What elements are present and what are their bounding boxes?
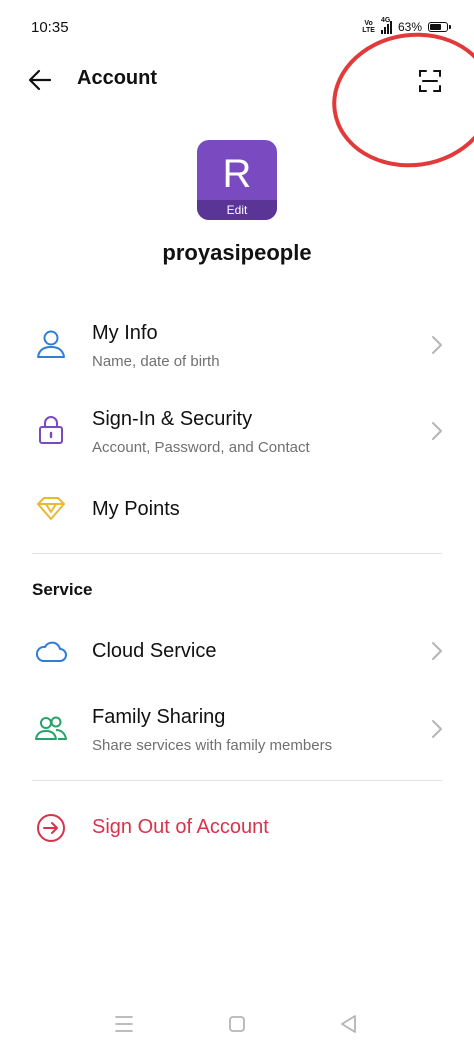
my-info-title: My Info (92, 322, 158, 344)
family-icon (35, 716, 67, 740)
sign-in-security-item[interactable]: Sign-In & Security Account, Password, an… (0, 391, 474, 469)
signal-icon: 4G (380, 17, 392, 34)
status-icons: Vo LTE 4G 63% (362, 17, 451, 34)
avatar-edit-label: Edit (197, 200, 277, 220)
menu-icon[interactable] (110, 1012, 138, 1036)
my-info-subtitle: Name, date of birth (92, 353, 220, 370)
volte-icon: Vo LTE (362, 20, 375, 34)
cloud-service-item[interactable]: Cloud Service (0, 622, 474, 680)
arrow-left-icon[interactable] (26, 66, 54, 94)
cloud-icon (35, 641, 67, 662)
page-title: Account (77, 67, 157, 89)
my-info-item[interactable]: My Info Name, date of birth (0, 305, 474, 383)
chevron-right-icon (432, 642, 442, 660)
battery-icon (428, 22, 451, 32)
family-sharing-title: Family Sharing (92, 706, 226, 728)
avatar-letter: R (222, 152, 252, 196)
status-time: 10:35 (31, 19, 69, 36)
my-points-title: My Points (92, 498, 180, 520)
sign-out-label: Sign Out of Account (92, 816, 269, 838)
home-square-icon[interactable] (223, 1012, 251, 1036)
annotation-circle (323, 22, 474, 178)
chevron-right-icon (432, 422, 442, 440)
my-points-item[interactable]: My Points (0, 482, 474, 538)
sign-in-security-subtitle: Account, Password, and Contact (92, 439, 310, 456)
family-sharing-item[interactable]: Family Sharing Share services with famil… (0, 689, 474, 767)
username: proyasipeople (162, 240, 312, 265)
volte-bottom-label: LTE (362, 27, 375, 34)
volte-top-label: Vo (364, 20, 373, 27)
sign-out-arrow-icon (37, 814, 65, 842)
sign-in-security-title: Sign-In & Security (92, 408, 253, 430)
divider (32, 780, 442, 781)
diamond-icon (37, 497, 65, 520)
lock-icon (39, 416, 63, 444)
sign-out-button[interactable]: Sign Out of Account (0, 799, 474, 857)
cloud-service-title: Cloud Service (92, 640, 217, 662)
chevron-right-icon (432, 720, 442, 738)
family-sharing-subtitle: Share services with family members (92, 737, 333, 754)
divider (32, 553, 442, 554)
network-type-label: 4G (380, 17, 391, 24)
chevron-right-icon (432, 336, 442, 354)
person-icon (37, 330, 65, 358)
section-label-service: Service (32, 580, 93, 599)
avatar[interactable]: R Edit (197, 140, 277, 220)
back-triangle-icon[interactable] (335, 1012, 363, 1036)
